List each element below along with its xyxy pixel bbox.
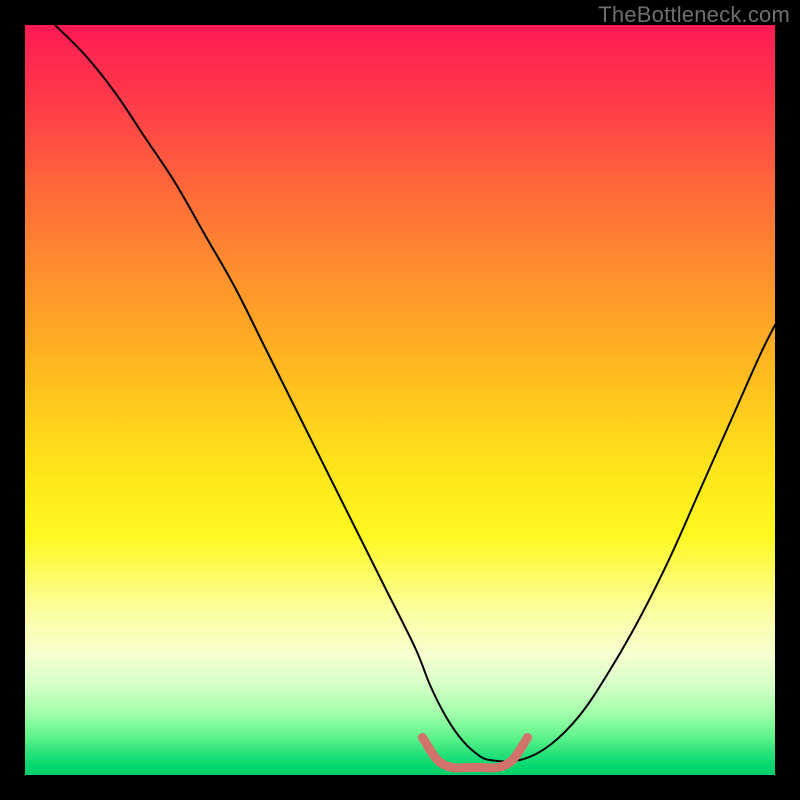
watermark-text: TheBottleneck.com <box>598 2 790 28</box>
series-main-curve <box>55 25 775 762</box>
chart-svg <box>25 25 775 775</box>
chart-frame: TheBottleneck.com <box>0 0 800 800</box>
plot-area <box>25 25 775 775</box>
